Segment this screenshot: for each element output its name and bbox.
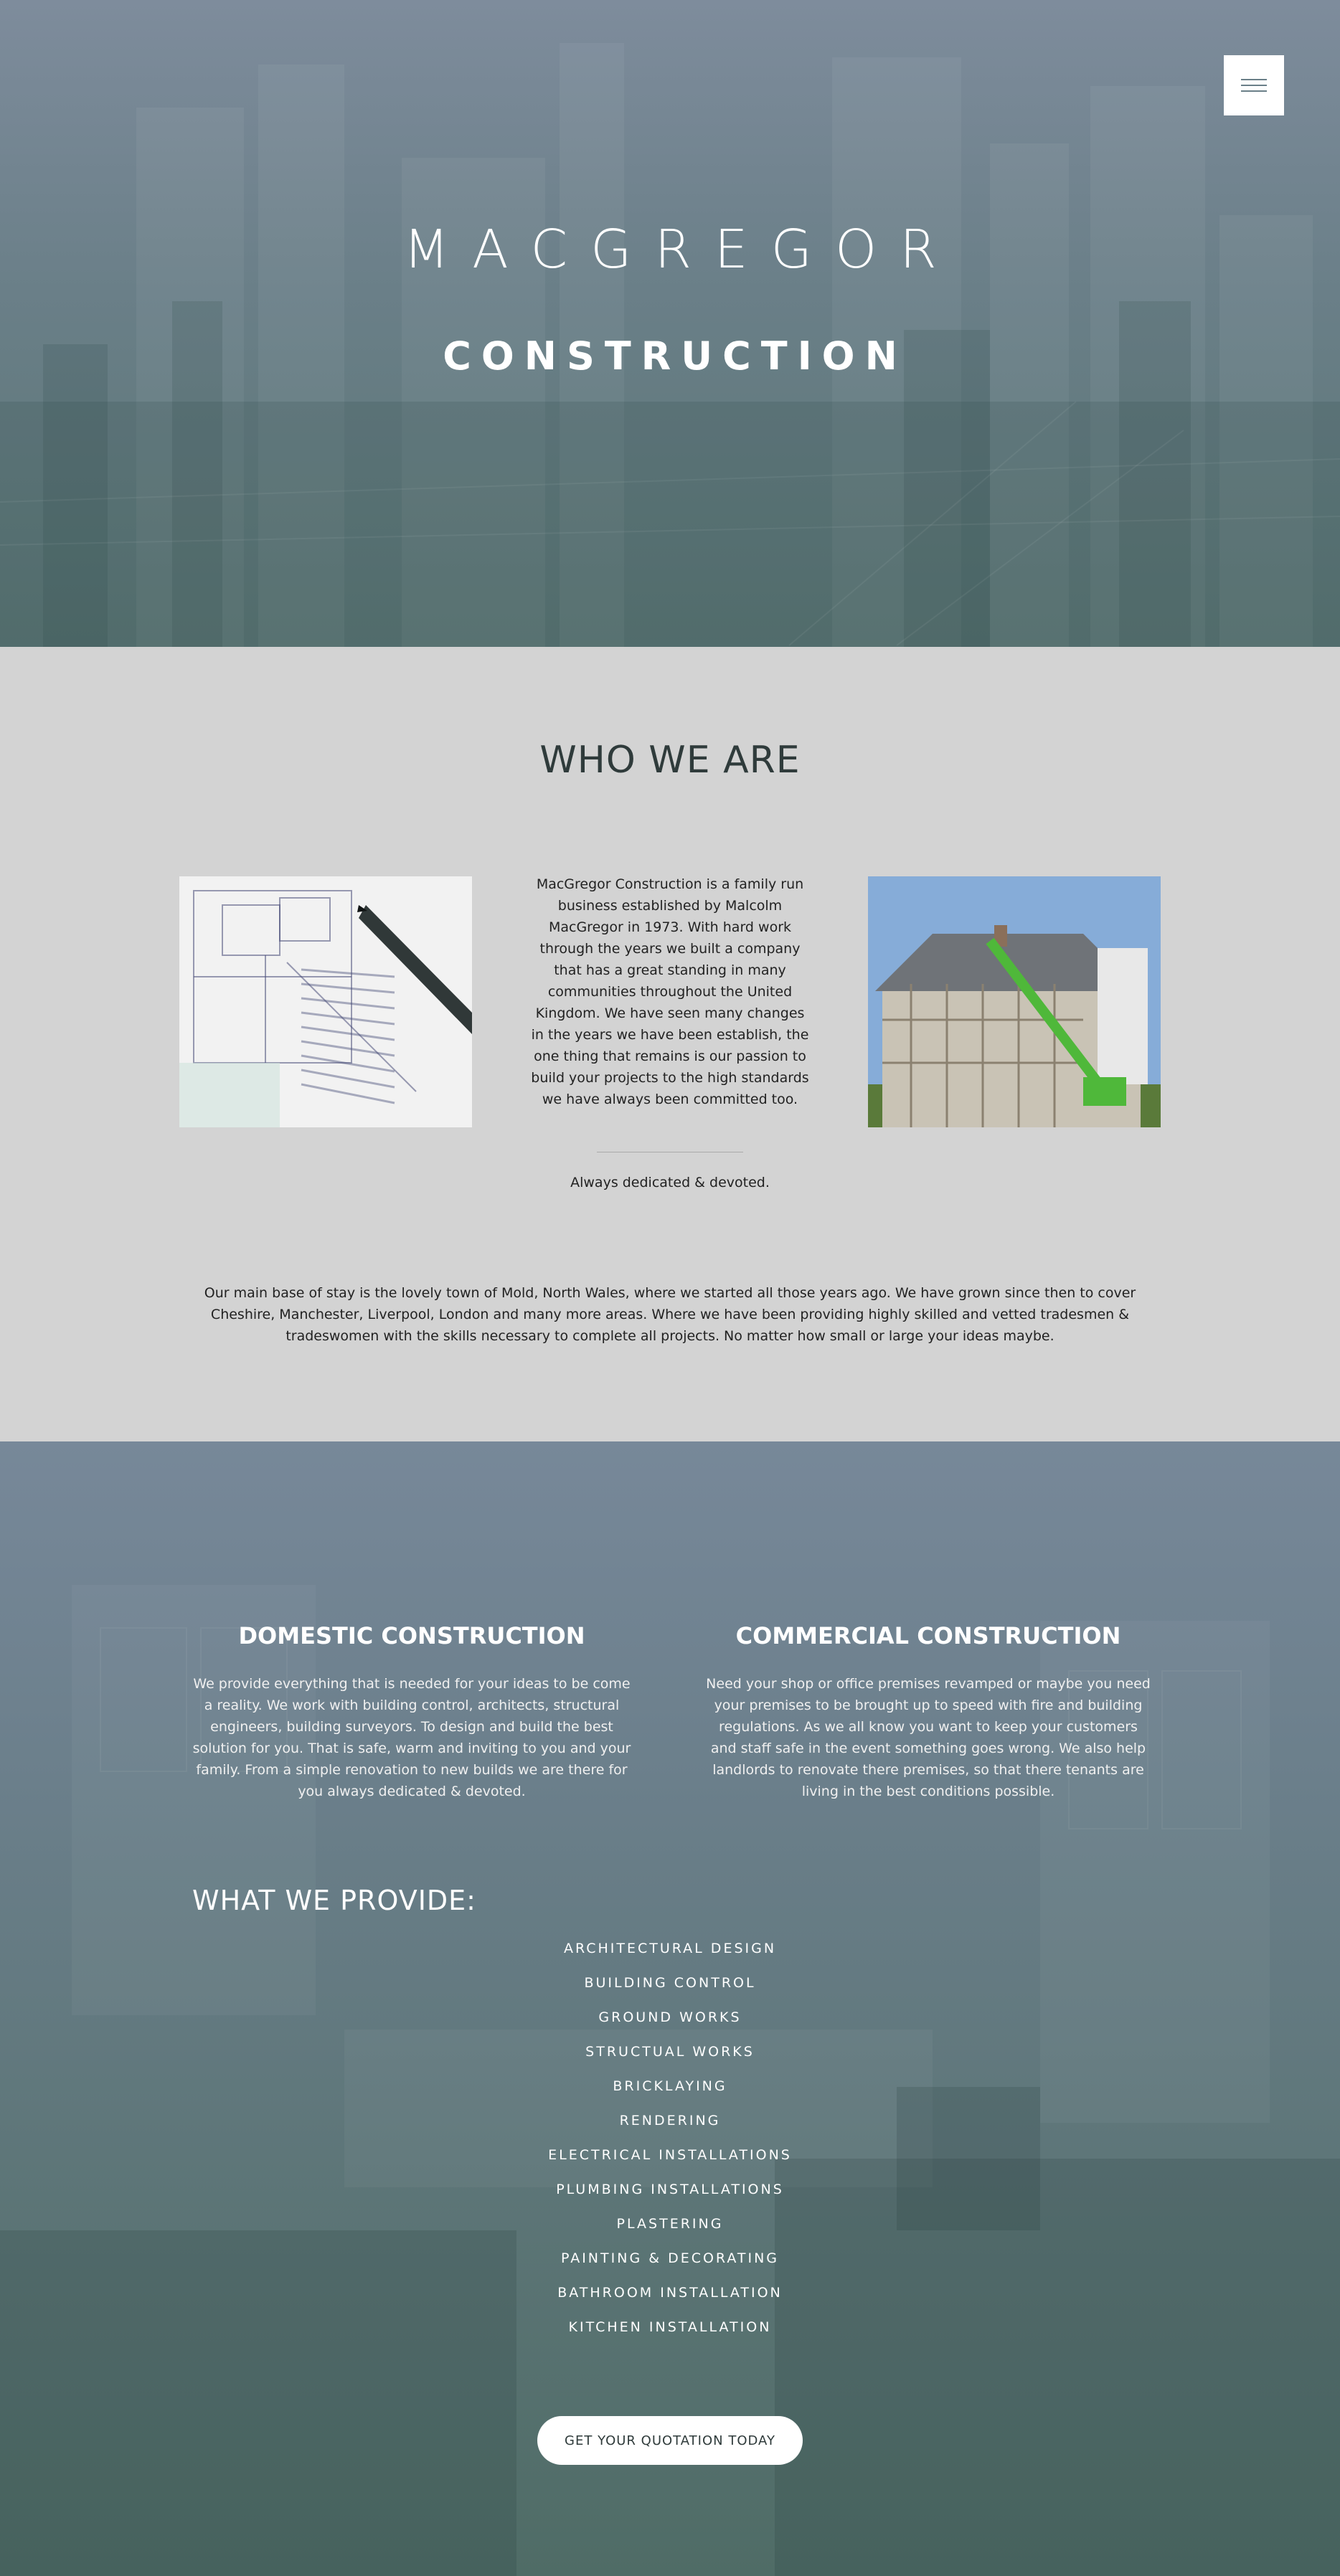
who-we-are-text: MacGregor Construction is a family run b… bbox=[531, 876, 809, 1107]
menu-line bbox=[1241, 90, 1267, 92]
service-item: ARCHITECTURAL DESIGN bbox=[563, 1941, 777, 1956]
commercial-construction-title: COMMERCIAL CONSTRUCTION bbox=[735, 1622, 1121, 1649]
service-item: GROUND WORKS bbox=[598, 2009, 742, 2025]
service-item: BRICKLAYING bbox=[613, 2078, 727, 2094]
hero-subtitle: CONSTRUCTION bbox=[443, 333, 907, 379]
service-item: PAINTING & DECORATING bbox=[560, 2250, 780, 2266]
service-item: PLASTERING bbox=[616, 2216, 724, 2232]
service-item: RENDERING bbox=[619, 2113, 721, 2128]
hero-section: MACGREGOR CONSTRUCTION bbox=[0, 0, 1340, 647]
hamburger-menu-button[interactable] bbox=[1224, 55, 1284, 115]
coverage-paragraph: Our main base of stay is the lovely town… bbox=[204, 1285, 1136, 1344]
menu-line bbox=[1241, 85, 1267, 86]
service-item: ELECTRICAL INSTALLATIONS bbox=[548, 2147, 792, 2163]
service-item: STRUCTUAL WORKS bbox=[585, 2044, 755, 2060]
service-item: KITCHEN INSTALLATION bbox=[568, 2319, 772, 2335]
service-item: PLUMBING INSTALLATIONS bbox=[556, 2182, 784, 2197]
who-we-are-heading: WHO WE ARE bbox=[539, 739, 801, 782]
get-quotation-button[interactable]: GET YOUR QUOTATION TODAY bbox=[537, 2416, 803, 2465]
menu-line bbox=[1241, 79, 1267, 80]
service-item: BATHROOM INSTALLATION bbox=[557, 2285, 783, 2301]
house-scaffolding-image bbox=[868, 876, 1161, 1127]
tagline: Always dedicated & devoted. bbox=[570, 1175, 770, 1190]
domestic-construction-text: We provide everything that is needed for… bbox=[192, 1676, 631, 1799]
service-item: BUILDING CONTROL bbox=[584, 1975, 756, 1991]
commercial-construction-text: Need your shop or office premises revamp… bbox=[706, 1676, 1151, 1799]
hero-cityscape-background bbox=[0, 0, 1340, 647]
domestic-construction-title: DOMESTIC CONSTRUCTION bbox=[238, 1622, 585, 1649]
blueprint-image bbox=[179, 876, 472, 1127]
what-we-provide-heading: WHAT WE PROVIDE: bbox=[192, 1885, 476, 1916]
services-list: ARCHITECTURAL DESIGN BUILDING CONTROL GR… bbox=[0, 1936, 1340, 2349]
hero-title: MACGREGOR bbox=[403, 219, 960, 280]
